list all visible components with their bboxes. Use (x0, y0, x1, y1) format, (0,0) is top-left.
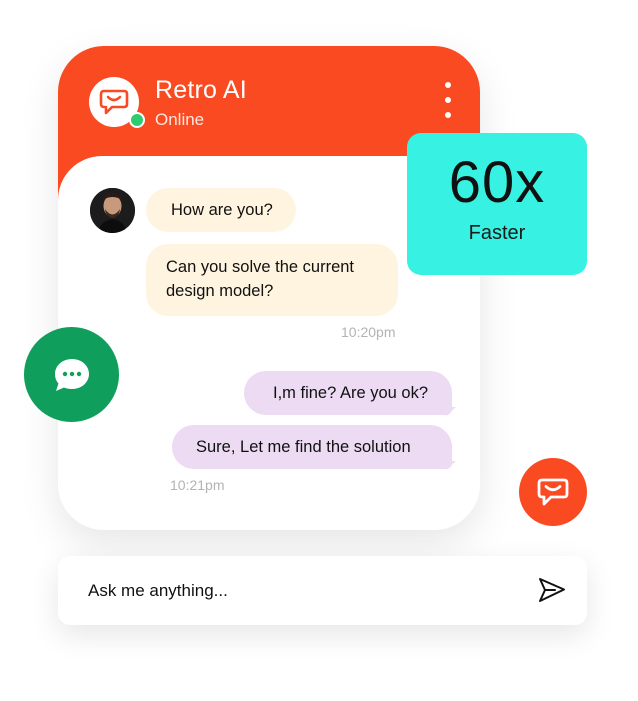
message-timestamp: 10:20pm (341, 324, 396, 340)
message-bubble-outgoing: Sure, Let me find the solution (172, 425, 452, 469)
message-bubble-incoming: How are you? (146, 188, 296, 232)
chat-launcher-button[interactable] (519, 458, 587, 526)
user-photo-icon (90, 188, 135, 233)
message-input[interactable] (88, 556, 508, 625)
message-composer (58, 556, 587, 625)
stat-badge: 60x Faster (407, 133, 587, 275)
stat-value: 60x (448, 150, 546, 215)
message-bubble-outgoing: I,m fine? Are you ok? (244, 371, 452, 415)
chat-widget-showcase: Retro AI Online How are you? Can you sol… (0, 0, 638, 701)
stat-label: Faster (468, 222, 526, 244)
chat-dots-icon (54, 358, 89, 391)
chat-bubble-icon (99, 89, 129, 115)
message-timestamp: 10:21pm (170, 477, 225, 493)
chat-bubble-icon (537, 478, 569, 506)
chat-window: Retro AI Online How are you? Can you sol… (58, 46, 480, 530)
send-button[interactable] (536, 574, 568, 606)
chat-title: Retro AI (155, 76, 247, 104)
avatar (90, 188, 135, 233)
open-chat-button[interactable] (24, 327, 119, 422)
chat-status: Online (155, 110, 205, 129)
send-icon (539, 578, 565, 602)
online-indicator (129, 112, 145, 128)
kebab-menu-icon[interactable] (440, 82, 456, 118)
message-bubble-incoming: Can you solve the current design model? (146, 244, 398, 316)
